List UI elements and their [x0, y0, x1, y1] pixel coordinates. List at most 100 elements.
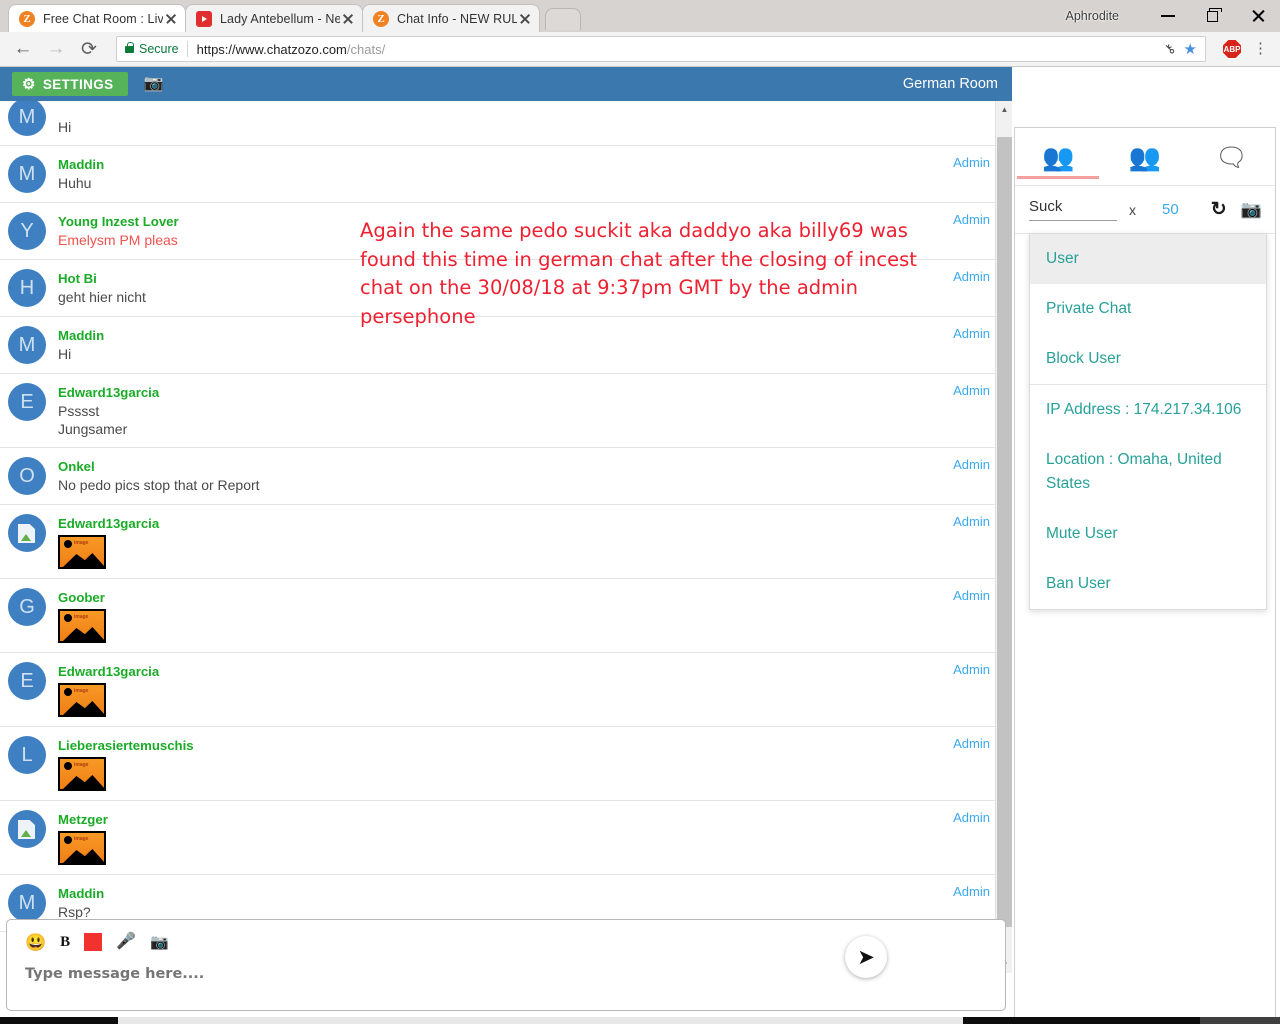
avatar: M: [8, 101, 46, 136]
maximize-button[interactable]: [1190, 1, 1235, 31]
context-menu-item[interactable]: Block User: [1030, 334, 1266, 384]
message-username[interactable]: Maddin: [58, 885, 1012, 902]
sidebar-tab-private-chat[interactable]: 👥: [1102, 128, 1189, 186]
broken-image-icon[interactable]: image: [58, 535, 106, 569]
admin-label[interactable]: Admin: [953, 884, 990, 899]
bold-icon[interactable]: B: [60, 934, 70, 951]
message-username[interactable]: Goober: [58, 589, 1012, 606]
admin-label[interactable]: Admin: [953, 383, 990, 398]
message-row[interactable]: LLieberasiertemuschisimageAdmin: [0, 727, 1012, 801]
context-menu-item[interactable]: IP Address : 174.217.34.106: [1030, 385, 1266, 435]
message-username[interactable]: Metzger: [58, 811, 1012, 828]
chat-header-bar: ⚙ SETTINGS 📷 German Room: [0, 67, 1012, 101]
refresh-icon[interactable]: ↻: [1211, 198, 1227, 221]
message-row[interactable]: MMaddinHiAdmin: [0, 317, 1012, 374]
message-username[interactable]: Edward13garcia: [58, 515, 1012, 532]
broken-image-icon[interactable]: image: [58, 683, 106, 717]
selected-user-name[interactable]: Suck: [1029, 198, 1117, 221]
context-menu-item[interactable]: Mute User: [1030, 509, 1266, 559]
message-username[interactable]: Edward13garcia: [58, 663, 1012, 680]
admin-label[interactable]: Admin: [953, 457, 990, 472]
context-menu-item[interactable]: Ban User: [1030, 559, 1266, 609]
window-controls-area: Aphrodite: [1065, 0, 1280, 32]
youtube-icon: [196, 11, 212, 27]
key-icon[interactable]: ⚷: [1161, 40, 1179, 58]
admin-label[interactable]: Admin: [953, 588, 990, 603]
user-sidebar: 👥 👥 🗨 Suck x 50 ↻ 📷 UserPrivate ChatBloc…: [1014, 127, 1276, 1024]
avatar: M: [8, 884, 46, 922]
message-row[interactable]: MHi: [0, 101, 1012, 146]
message-list-scrollbar[interactable]: ▲ ▼: [995, 101, 1012, 973]
microphone-icon[interactable]: 🎤: [116, 934, 136, 950]
divider: [187, 41, 188, 57]
send-button[interactable]: ➤: [845, 936, 887, 978]
camera-icon[interactable]: 📷: [150, 935, 169, 950]
admin-label[interactable]: Admin: [953, 514, 990, 529]
context-menu-item[interactable]: Private Chat: [1030, 284, 1266, 334]
message-text: Psssst: [58, 402, 1012, 420]
message-row[interactable]: Metzger image Admin: [0, 801, 1012, 875]
forward-button[interactable]: →: [41, 35, 71, 63]
close-icon[interactable]: [517, 11, 533, 27]
close-icon[interactable]: [340, 11, 356, 27]
admin-label[interactable]: Admin: [953, 736, 990, 751]
emoji-icon[interactable]: 😃: [25, 934, 46, 951]
message-input[interactable]: [7, 954, 767, 982]
webcam-icon[interactable]: 📷: [144, 76, 164, 92]
avatar: Y: [8, 212, 46, 250]
admin-label[interactable]: Admin: [953, 269, 990, 284]
zozo-orange-icon: Z: [19, 11, 35, 27]
message-username[interactable]: Young Inzest Lover: [58, 213, 1012, 230]
message-row[interactable]: Y Young Inzest LoverEmelysm PM pleasAdmin: [0, 203, 1012, 260]
close-window-button[interactable]: [1235, 1, 1280, 31]
message-username[interactable]: Lieberasiertemuschis: [58, 737, 1012, 754]
message-row[interactable]: EEdward13garciaimageAdmin: [0, 653, 1012, 727]
message-username[interactable]: Hot Bi: [58, 270, 1012, 287]
message-row[interactable]: HHot Bigeht hier nichtAdmin: [0, 260, 1012, 317]
context-menu-item[interactable]: Location : Omaha, United States: [1030, 435, 1266, 509]
admin-label[interactable]: Admin: [953, 810, 990, 825]
minimize-button[interactable]: [1145, 1, 1190, 31]
avatar: G: [8, 588, 46, 626]
message-username[interactable]: Maddin: [58, 156, 1012, 173]
scroll-up-icon[interactable]: ▲: [996, 101, 1013, 118]
broken-image-icon[interactable]: image: [58, 609, 106, 643]
chrome-menu-icon[interactable]: ⋮: [1253, 43, 1268, 55]
browser-tab-3[interactable]: Z Chat Info - NEW RULE CO: [362, 4, 540, 32]
admin-label[interactable]: Admin: [953, 662, 990, 677]
address-bar[interactable]: Secure https://www.chatzozo.com/chats/ ⚷…: [116, 36, 1206, 62]
message-username[interactable]: Onkel: [58, 458, 1012, 475]
admin-label[interactable]: Admin: [953, 155, 990, 170]
message-body: Young Inzest LoverEmelysm PM pleas: [58, 212, 1012, 249]
admin-label[interactable]: Admin: [953, 212, 990, 227]
message-row[interactable]: Edward13garcia image Admin: [0, 505, 1012, 579]
message-row[interactable]: OOnkelNo pedo pics stop that or ReportAd…: [0, 448, 1012, 505]
settings-button[interactable]: ⚙ SETTINGS: [12, 72, 128, 96]
adblock-plus-icon[interactable]: ABP: [1223, 40, 1241, 58]
message-row[interactable]: G Goober image Admin: [0, 579, 1012, 653]
broken-image-icon[interactable]: image: [58, 831, 106, 865]
sidebar-tab-messages[interactable]: 🗨: [1188, 128, 1275, 186]
profile-name[interactable]: Aphrodite: [1065, 9, 1119, 23]
color-swatch[interactable]: [84, 933, 102, 951]
back-button[interactable]: ←: [8, 35, 38, 63]
message-username[interactable]: Edward13garcia: [58, 384, 1012, 401]
user-count: 50: [1162, 201, 1179, 218]
message-row[interactable]: MMaddinHuhuAdmin: [0, 146, 1012, 203]
message-list[interactable]: MHiMMaddinHuhuAdmin Y Young Inzest LoverEm…: [0, 101, 1012, 973]
webcam-icon[interactable]: 📷: [1241, 200, 1262, 220]
admin-label[interactable]: Admin: [953, 326, 990, 341]
taskbar-light-segment: [118, 1017, 963, 1024]
message-username[interactable]: Maddin: [58, 327, 1012, 344]
close-icon[interactable]: [163, 11, 179, 27]
browser-tab-1[interactable]: Z Free Chat Room : Live Cha: [8, 4, 186, 32]
scrollbar-thumb[interactable]: [997, 137, 1012, 927]
sidebar-tab-users[interactable]: 👥: [1015, 128, 1102, 186]
message-row[interactable]: EEdward13garciaPsssstJungsamerAdmin: [0, 374, 1012, 448]
bookmark-star-icon[interactable]: ★: [1184, 40, 1197, 58]
broken-image-icon[interactable]: image: [58, 757, 106, 791]
browser-tab-2[interactable]: Lady Antebellum - Need: [185, 4, 363, 32]
context-menu-item[interactable]: User: [1030, 234, 1266, 284]
new-tab-button[interactable]: [545, 8, 581, 30]
reload-button[interactable]: ⟳: [74, 35, 104, 63]
